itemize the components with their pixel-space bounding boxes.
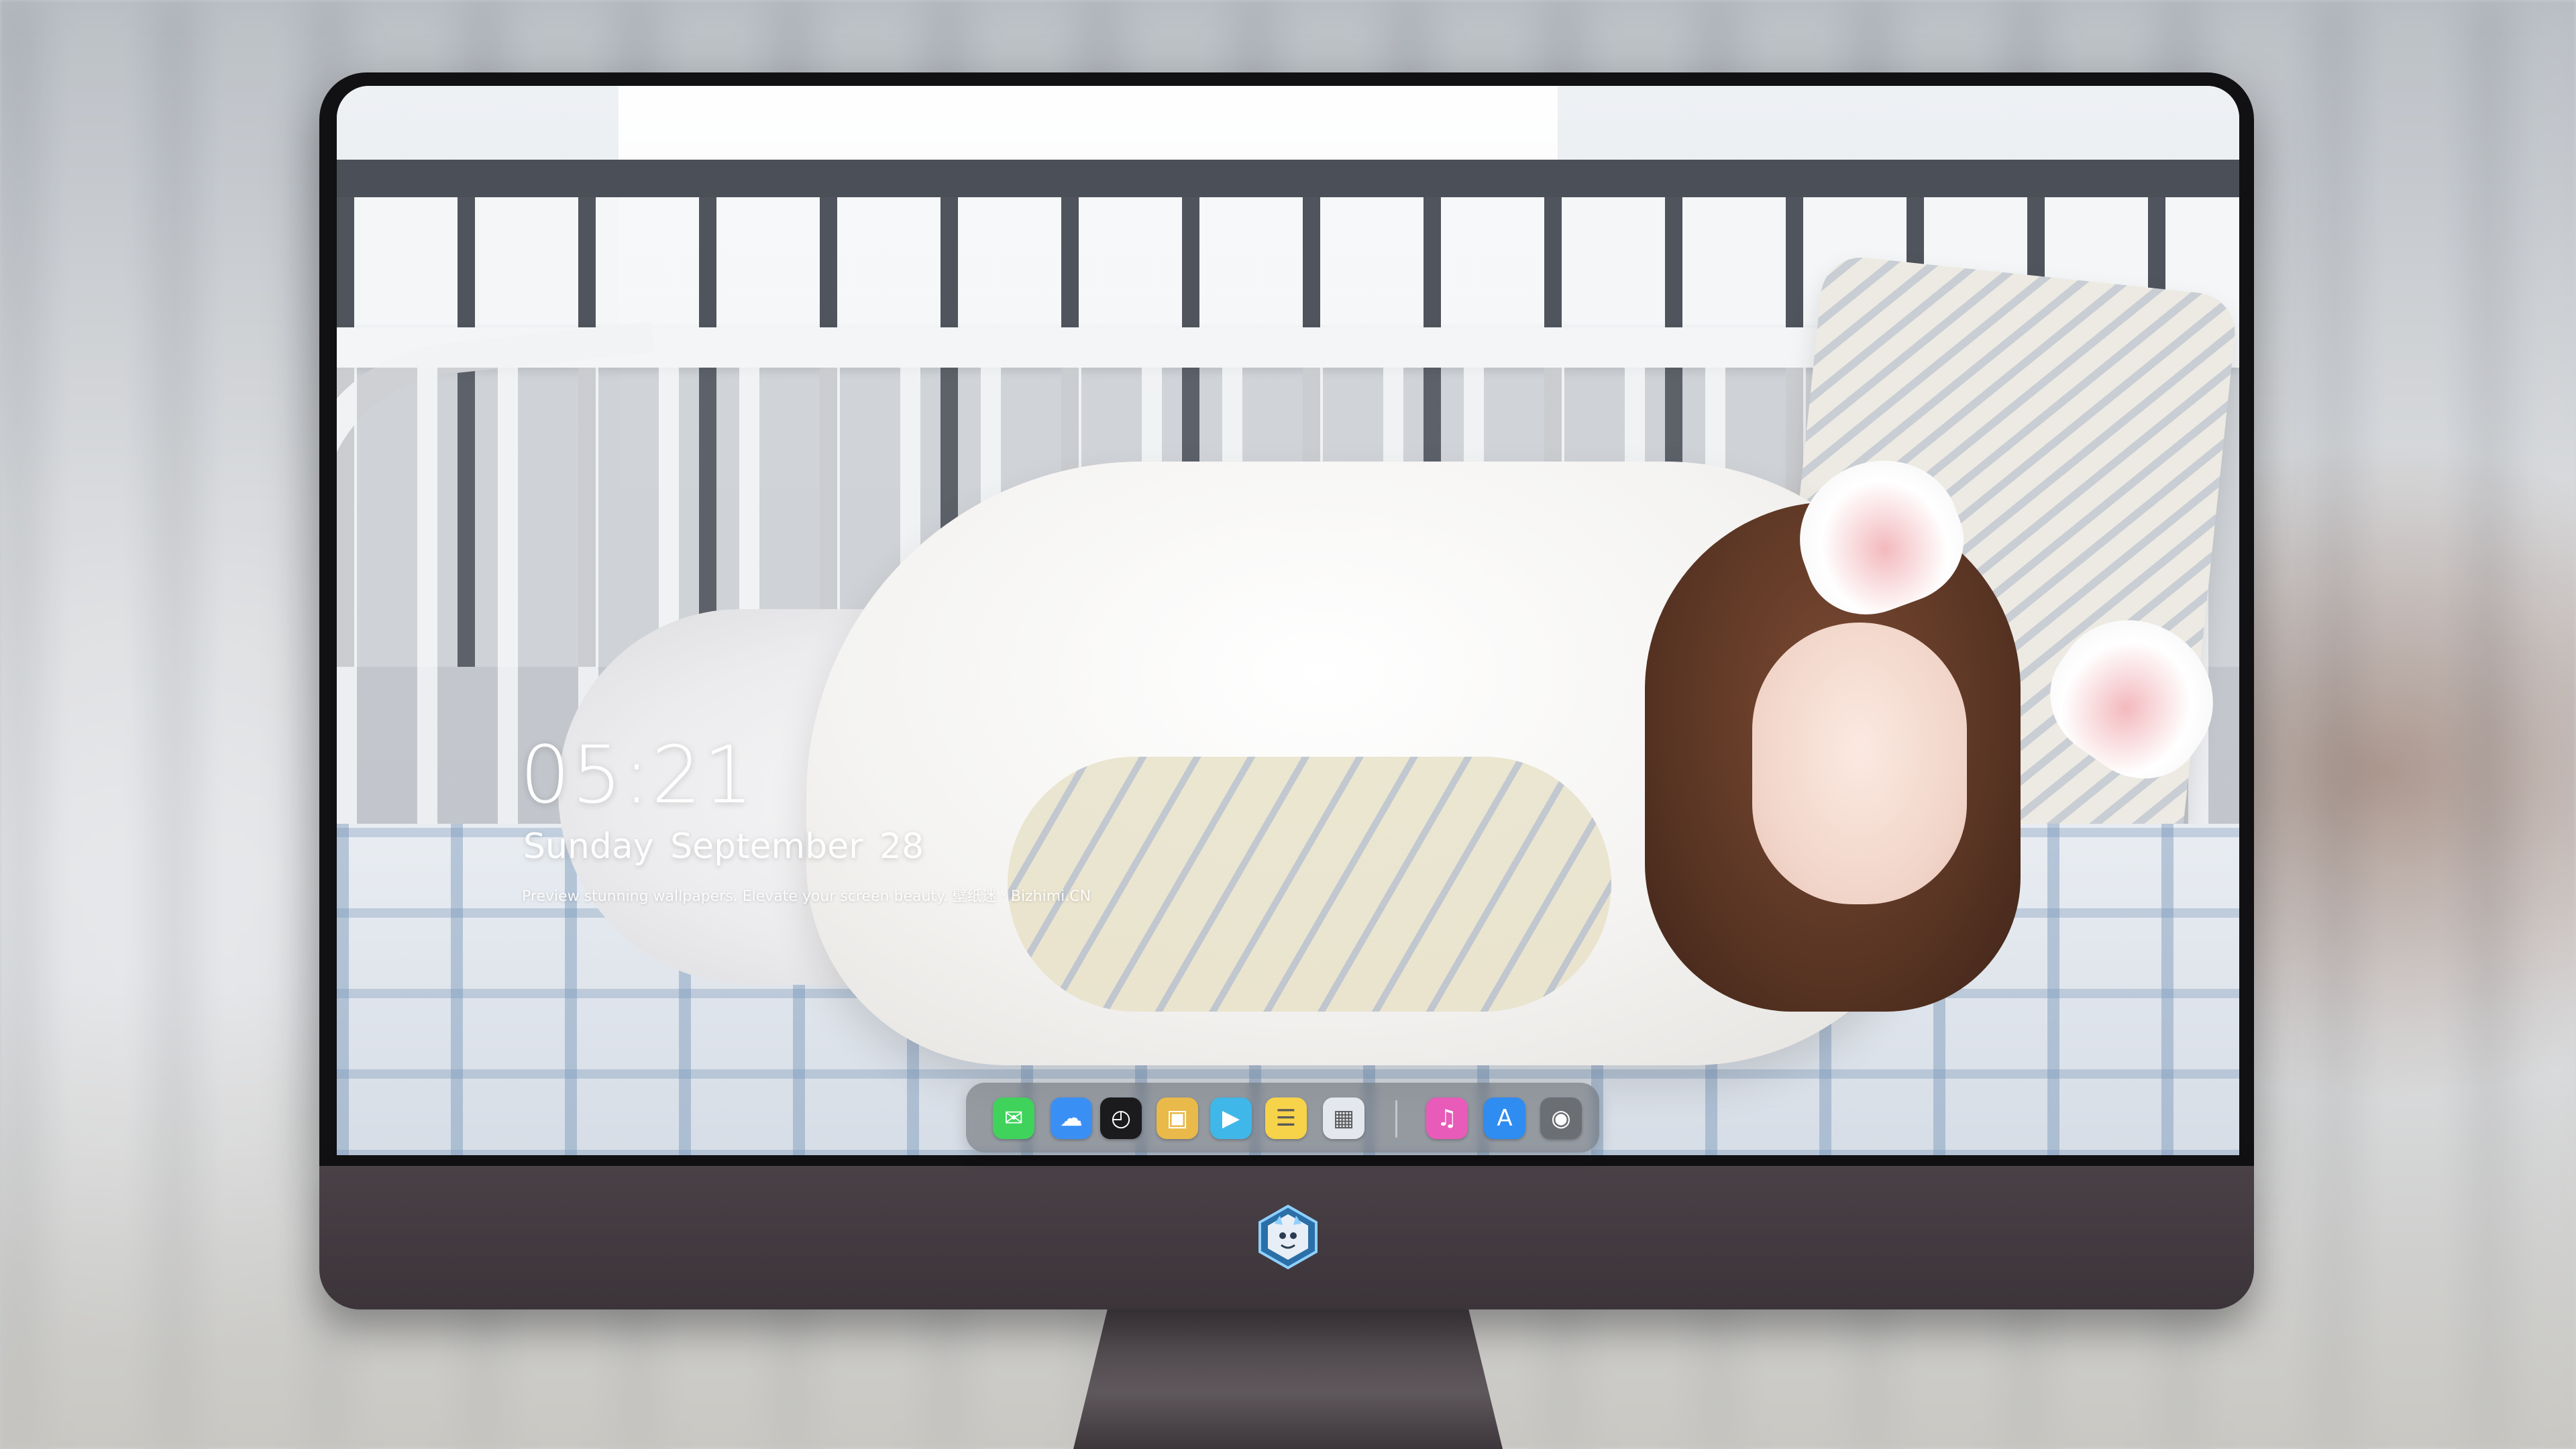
dock-app-camera[interactable]: ◉ — [1540, 1097, 1582, 1139]
dock-app-clips[interactable]: ▶ — [1210, 1097, 1252, 1139]
app-store-icon: A — [1497, 1105, 1513, 1132]
wallpaper-figure-skirt — [1008, 757, 1611, 1012]
preview-icon: ▣ — [1166, 1105, 1189, 1132]
notes-icon: ☰ — [1275, 1105, 1297, 1132]
music-note-icon: ♫ — [1436, 1105, 1458, 1132]
dock-app-itunes[interactable]: ♫ — [1426, 1097, 1468, 1139]
dock-app-preview[interactable]: ▣ — [1157, 1097, 1198, 1139]
dock-app-clock[interactable]: ◴ — [1100, 1097, 1142, 1139]
monitor-stand — [1073, 1308, 1503, 1449]
dock-app-weather[interactable]: ☁ — [1051, 1097, 1092, 1139]
dock-app-photo-booth[interactable]: ▦ — [1323, 1097, 1364, 1139]
clapperboard-icon: ▶ — [1222, 1105, 1240, 1132]
wallpaper-railing — [337, 160, 2239, 197]
brand-logo-icon — [1258, 1204, 1318, 1270]
clock-icon: ◴ — [1111, 1105, 1131, 1132]
wallpaper-screen — [337, 86, 2239, 1155]
photo-grid-icon: ▦ — [1332, 1105, 1355, 1132]
dock-app-messages[interactable]: ✉ — [993, 1097, 1034, 1139]
lockscreen-tagline: Preview stunning wallpapers. Elevate you… — [522, 888, 1091, 905]
weather-icon: ☁ — [1060, 1105, 1083, 1132]
lockscreen-time: 05:21 — [520, 729, 755, 821]
lockscreen-date: Sunday September 28 — [523, 826, 924, 867]
camera-icon: ◉ — [1551, 1105, 1571, 1132]
dock-app-notes[interactable]: ☰ — [1265, 1097, 1307, 1139]
dock-separator — [1395, 1100, 1397, 1138]
messages-icon: ✉ — [1004, 1105, 1024, 1132]
wallpaper-figure-face — [1752, 623, 1967, 904]
dock-app-app-store[interactable]: A — [1484, 1097, 1525, 1139]
